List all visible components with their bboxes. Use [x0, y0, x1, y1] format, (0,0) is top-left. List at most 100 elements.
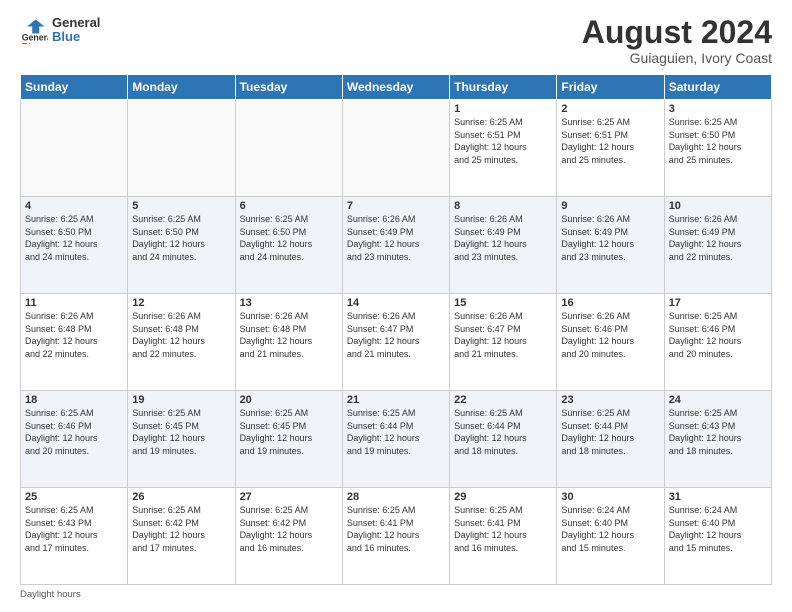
- day-info: Sunrise: 6:25 AM Sunset: 6:45 PM Dayligh…: [240, 407, 338, 457]
- day-number: 5: [132, 200, 230, 212]
- logo-line2: Blue: [52, 30, 100, 44]
- day-number: 15: [454, 297, 552, 309]
- calendar-day-cell: 20Sunrise: 6:25 AM Sunset: 6:45 PM Dayli…: [235, 391, 342, 488]
- day-number: 28: [347, 491, 445, 503]
- day-info: Sunrise: 6:25 AM Sunset: 6:44 PM Dayligh…: [454, 407, 552, 457]
- calendar-day-cell: 16Sunrise: 6:26 AM Sunset: 6:46 PM Dayli…: [557, 294, 664, 391]
- day-info: Sunrise: 6:25 AM Sunset: 6:50 PM Dayligh…: [132, 213, 230, 263]
- day-number: 23: [561, 394, 659, 406]
- day-number: 12: [132, 297, 230, 309]
- page: General Blue General Blue August 2024 Gu…: [0, 0, 792, 612]
- subtitle: Guiaguien, Ivory Coast: [582, 50, 772, 66]
- day-info: Sunrise: 6:25 AM Sunset: 6:46 PM Dayligh…: [669, 310, 767, 360]
- day-number: 20: [240, 394, 338, 406]
- calendar-day-cell: [21, 100, 128, 197]
- day-info: Sunrise: 6:26 AM Sunset: 6:46 PM Dayligh…: [561, 310, 659, 360]
- footer: Daylight hours: [20, 589, 772, 600]
- day-info: Sunrise: 6:26 AM Sunset: 6:47 PM Dayligh…: [347, 310, 445, 360]
- title-block: August 2024 Guiaguien, Ivory Coast: [582, 16, 772, 66]
- day-number: 17: [669, 297, 767, 309]
- day-number: 18: [25, 394, 123, 406]
- day-number: 29: [454, 491, 552, 503]
- day-number: 19: [132, 394, 230, 406]
- day-number: 14: [347, 297, 445, 309]
- calendar-table: SundayMondayTuesdayWednesdayThursdayFrid…: [20, 74, 772, 585]
- calendar-day-cell: 4Sunrise: 6:25 AM Sunset: 6:50 PM Daylig…: [21, 197, 128, 294]
- day-number: 26: [132, 491, 230, 503]
- calendar-day-cell: 3Sunrise: 6:25 AM Sunset: 6:50 PM Daylig…: [664, 100, 771, 197]
- calendar-day-cell: 19Sunrise: 6:25 AM Sunset: 6:45 PM Dayli…: [128, 391, 235, 488]
- svg-text:Blue: Blue: [22, 42, 41, 45]
- day-number: 22: [454, 394, 552, 406]
- calendar-day-header: Tuesday: [235, 75, 342, 100]
- day-number: 27: [240, 491, 338, 503]
- logo: General Blue General Blue: [20, 16, 100, 45]
- day-info: Sunrise: 6:25 AM Sunset: 6:43 PM Dayligh…: [669, 407, 767, 457]
- calendar-day-cell: 27Sunrise: 6:25 AM Sunset: 6:42 PM Dayli…: [235, 488, 342, 585]
- calendar-week-row: 18Sunrise: 6:25 AM Sunset: 6:46 PM Dayli…: [21, 391, 772, 488]
- day-info: Sunrise: 6:26 AM Sunset: 6:48 PM Dayligh…: [132, 310, 230, 360]
- day-number: 21: [347, 394, 445, 406]
- calendar-day-cell: 13Sunrise: 6:26 AM Sunset: 6:48 PM Dayli…: [235, 294, 342, 391]
- calendar-day-cell: 10Sunrise: 6:26 AM Sunset: 6:49 PM Dayli…: [664, 197, 771, 294]
- day-number: 16: [561, 297, 659, 309]
- calendar-day-cell: 7Sunrise: 6:26 AM Sunset: 6:49 PM Daylig…: [342, 197, 449, 294]
- day-info: Sunrise: 6:26 AM Sunset: 6:48 PM Dayligh…: [25, 310, 123, 360]
- day-number: 7: [347, 200, 445, 212]
- logo-icon: General Blue: [20, 16, 48, 44]
- calendar-day-cell: 24Sunrise: 6:25 AM Sunset: 6:43 PM Dayli…: [664, 391, 771, 488]
- day-info: Sunrise: 6:24 AM Sunset: 6:40 PM Dayligh…: [669, 504, 767, 554]
- day-number: 30: [561, 491, 659, 503]
- day-info: Sunrise: 6:25 AM Sunset: 6:41 PM Dayligh…: [347, 504, 445, 554]
- day-number: 3: [669, 103, 767, 115]
- day-number: 4: [25, 200, 123, 212]
- calendar-day-cell: 15Sunrise: 6:26 AM Sunset: 6:47 PM Dayli…: [450, 294, 557, 391]
- logo-line1: General: [52, 16, 100, 30]
- day-number: 31: [669, 491, 767, 503]
- calendar-day-cell: 1Sunrise: 6:25 AM Sunset: 6:51 PM Daylig…: [450, 100, 557, 197]
- day-number: 6: [240, 200, 338, 212]
- calendar-day-cell: [235, 100, 342, 197]
- day-info: Sunrise: 6:25 AM Sunset: 6:44 PM Dayligh…: [347, 407, 445, 457]
- calendar-day-header: Wednesday: [342, 75, 449, 100]
- calendar-day-cell: 31Sunrise: 6:24 AM Sunset: 6:40 PM Dayli…: [664, 488, 771, 585]
- day-info: Sunrise: 6:25 AM Sunset: 6:51 PM Dayligh…: [454, 116, 552, 166]
- calendar-day-header: Friday: [557, 75, 664, 100]
- day-info: Sunrise: 6:25 AM Sunset: 6:44 PM Dayligh…: [561, 407, 659, 457]
- calendar-day-cell: [128, 100, 235, 197]
- day-info: Sunrise: 6:26 AM Sunset: 6:49 PM Dayligh…: [669, 213, 767, 263]
- calendar-day-cell: 18Sunrise: 6:25 AM Sunset: 6:46 PM Dayli…: [21, 391, 128, 488]
- calendar-day-header: Sunday: [21, 75, 128, 100]
- day-info: Sunrise: 6:26 AM Sunset: 6:48 PM Dayligh…: [240, 310, 338, 360]
- day-info: Sunrise: 6:24 AM Sunset: 6:40 PM Dayligh…: [561, 504, 659, 554]
- calendar-day-cell: 6Sunrise: 6:25 AM Sunset: 6:50 PM Daylig…: [235, 197, 342, 294]
- calendar-day-cell: 28Sunrise: 6:25 AM Sunset: 6:41 PM Dayli…: [342, 488, 449, 585]
- day-info: Sunrise: 6:25 AM Sunset: 6:50 PM Dayligh…: [669, 116, 767, 166]
- calendar-day-cell: 26Sunrise: 6:25 AM Sunset: 6:42 PM Dayli…: [128, 488, 235, 585]
- header: General Blue General Blue August 2024 Gu…: [20, 16, 772, 66]
- calendar-day-cell: 8Sunrise: 6:26 AM Sunset: 6:49 PM Daylig…: [450, 197, 557, 294]
- day-number: 24: [669, 394, 767, 406]
- calendar-day-cell: 23Sunrise: 6:25 AM Sunset: 6:44 PM Dayli…: [557, 391, 664, 488]
- calendar-day-cell: 25Sunrise: 6:25 AM Sunset: 6:43 PM Dayli…: [21, 488, 128, 585]
- calendar-week-row: 25Sunrise: 6:25 AM Sunset: 6:43 PM Dayli…: [21, 488, 772, 585]
- calendar-week-row: 11Sunrise: 6:26 AM Sunset: 6:48 PM Dayli…: [21, 294, 772, 391]
- calendar-day-cell: 9Sunrise: 6:26 AM Sunset: 6:49 PM Daylig…: [557, 197, 664, 294]
- day-info: Sunrise: 6:25 AM Sunset: 6:45 PM Dayligh…: [132, 407, 230, 457]
- day-info: Sunrise: 6:25 AM Sunset: 6:46 PM Dayligh…: [25, 407, 123, 457]
- day-info: Sunrise: 6:25 AM Sunset: 6:50 PM Dayligh…: [25, 213, 123, 263]
- day-number: 2: [561, 103, 659, 115]
- day-number: 1: [454, 103, 552, 115]
- calendar-day-cell: 11Sunrise: 6:26 AM Sunset: 6:48 PM Dayli…: [21, 294, 128, 391]
- calendar-day-cell: 14Sunrise: 6:26 AM Sunset: 6:47 PM Dayli…: [342, 294, 449, 391]
- calendar-day-header: Monday: [128, 75, 235, 100]
- main-title: August 2024: [582, 16, 772, 48]
- day-info: Sunrise: 6:25 AM Sunset: 6:42 PM Dayligh…: [240, 504, 338, 554]
- calendar-day-header: Thursday: [450, 75, 557, 100]
- calendar-day-cell: 21Sunrise: 6:25 AM Sunset: 6:44 PM Dayli…: [342, 391, 449, 488]
- calendar-day-cell: 17Sunrise: 6:25 AM Sunset: 6:46 PM Dayli…: [664, 294, 771, 391]
- day-number: 25: [25, 491, 123, 503]
- day-info: Sunrise: 6:26 AM Sunset: 6:49 PM Dayligh…: [454, 213, 552, 263]
- calendar-week-row: 4Sunrise: 6:25 AM Sunset: 6:50 PM Daylig…: [21, 197, 772, 294]
- calendar-week-row: 1Sunrise: 6:25 AM Sunset: 6:51 PM Daylig…: [21, 100, 772, 197]
